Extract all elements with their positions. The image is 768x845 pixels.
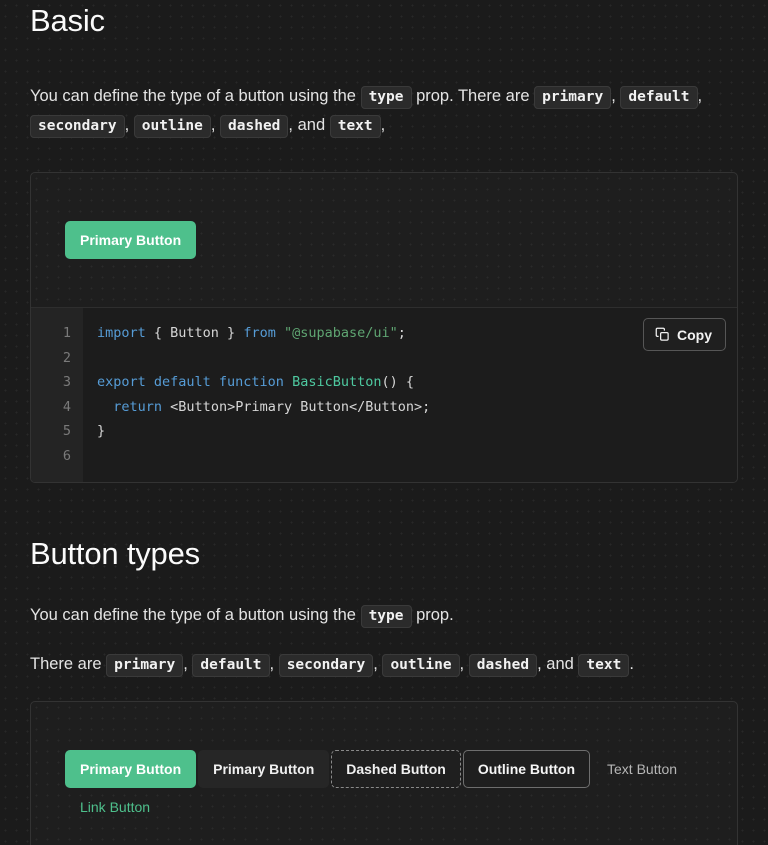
code-token: from	[243, 325, 276, 342]
line-number: 3	[62, 374, 71, 391]
code-line: export default function BasicButton() {	[97, 370, 737, 395]
sep-3: ,	[124, 116, 134, 135]
sep-2: ,	[269, 654, 279, 673]
code-block: 1 2 3 4 5 6 import { Button } from "@sup…	[31, 307, 737, 482]
button-types-title: Button types	[30, 535, 200, 571]
code-chip-type: type	[360, 604, 412, 628]
variant-button-primary[interactable]: Primary Button	[65, 749, 197, 788]
code-chip-dashed: dashed	[468, 653, 538, 677]
button-variants-row: Primary Button Primary Button Dashed Butto…	[65, 749, 703, 826]
basic-desc-mid: prop. There are	[411, 87, 535, 106]
code-token: { Button }	[145, 325, 244, 342]
sep-2: ,	[697, 87, 703, 106]
preview-primary-button[interactable]: Primary Button	[65, 221, 197, 260]
code-line: return <Button>Primary Button</Button>;	[97, 395, 737, 420]
code-chip-default: default	[620, 86, 698, 110]
code-line-numbers: 1 2 3 4 5 6	[31, 308, 83, 482]
basic-preview-area: Primary Button	[31, 173, 737, 307]
line-number: 6	[62, 448, 71, 465]
types-desc1-lead: You can define the type of a button usin…	[30, 605, 361, 624]
code-source[interactable]: import { Button } from "@supabase/ui"; e…	[83, 308, 737, 482]
code-chip-outline: outline	[133, 115, 211, 139]
code-chip-dashed: dashed	[220, 115, 289, 139]
code-token: BasicButton	[292, 374, 382, 391]
copy-icon	[655, 327, 670, 342]
line-number: 5	[62, 423, 71, 440]
basic-desc-trailing: ,	[380, 116, 386, 135]
types-desc2-and: , and	[537, 654, 579, 673]
basic-description: You can define the type of a button usin…	[30, 82, 738, 140]
variant-button-text[interactable]: Text Button	[592, 750, 692, 788]
basic-desc-and: , and	[288, 116, 330, 135]
docs-page: Basic You can define the type of a butto…	[0, 0, 768, 845]
button-types-description-1: You can define the type of a button usin…	[30, 601, 738, 630]
code-token: import	[97, 325, 146, 342]
code-chip-type: type	[360, 86, 412, 110]
code-token: ;	[397, 325, 406, 342]
code-line: import { Button } from "@supabase/ui";	[97, 321, 737, 346]
code-token: export default function	[97, 374, 284, 391]
copy-code-button[interactable]: Copy	[643, 318, 726, 352]
code-chip-text: text	[329, 115, 381, 139]
code-chip-default: default	[192, 653, 270, 677]
button-types-demo-panel: Primary Button Primary Button Dashed Butto…	[30, 700, 738, 845]
code-chip-secondary: secondary	[278, 653, 374, 677]
code-chip-primary: primary	[106, 653, 184, 677]
code-token: () {	[381, 374, 414, 391]
page-title: Basic	[30, 3, 105, 38]
types-desc2-trailing: .	[629, 654, 634, 673]
section-button-types: Button types You can define the type of …	[30, 535, 738, 845]
button-types-preview-area: Primary Button Primary Button Dashed Butto…	[31, 702, 737, 845]
code-chip-primary: primary	[534, 86, 612, 110]
sep-4: ,	[210, 116, 221, 135]
types-desc2-lead: There are	[30, 654, 107, 673]
section-basic: Basic You can define the type of a butto…	[30, 0, 738, 483]
code-line: }	[97, 419, 737, 444]
variant-button-outline[interactable]: Outline Button	[462, 749, 591, 788]
variant-button-link[interactable]: Link Button	[65, 788, 165, 826]
code-token: }	[97, 423, 106, 440]
code-token: return	[113, 398, 163, 415]
line-number: 1	[62, 325, 71, 342]
line-number: 2	[62, 349, 71, 366]
code-chip-text: text	[578, 653, 630, 677]
code-chip-outline: outline	[382, 653, 460, 677]
button-types-description-2: There are primary, default, secondary, o…	[30, 650, 738, 679]
code-chip-secondary: secondary	[30, 115, 125, 139]
sep-4: ,	[459, 654, 469, 673]
variant-button-default[interactable]: Primary Button	[198, 749, 330, 788]
variant-button-dashed[interactable]: Dashed Button	[331, 749, 461, 788]
line-number: 4	[62, 398, 71, 415]
basic-demo-panel: Primary Button 1 2 3 4 5 6 import { Butt…	[30, 172, 738, 483]
code-token: <Button>Primary Button</Button>;	[162, 398, 431, 415]
code-token: "@supabase/ui"	[283, 325, 398, 342]
types-desc1-tail: prop.	[411, 605, 454, 624]
basic-desc-lead: You can define the type of a button usin…	[30, 87, 361, 106]
copy-button-label: Copy	[677, 326, 712, 343]
sep-1: ,	[611, 87, 621, 106]
